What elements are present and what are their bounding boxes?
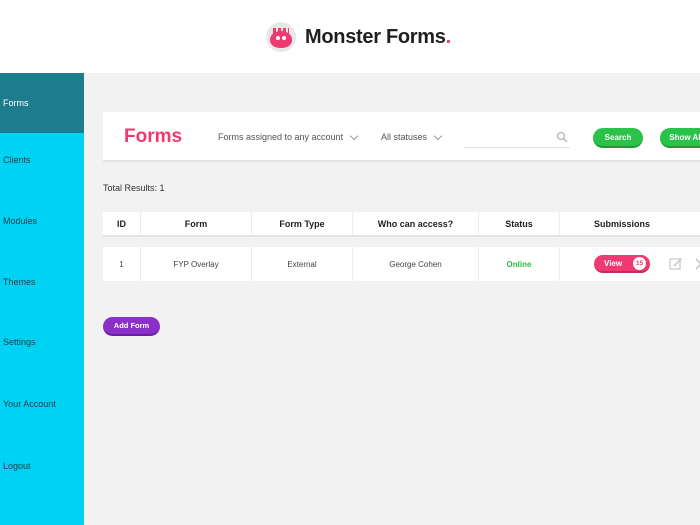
sidebar: Forms Clients Modules Themes Settings Yo…: [0, 73, 84, 525]
status-filter-value: All statuses: [381, 132, 428, 142]
sidebar-item-your-account[interactable]: Your Account: [0, 399, 84, 409]
chevron-down-icon: [433, 131, 443, 140]
status-filter-dropdown[interactable]: All statuses: [381, 131, 443, 142]
edit-icon[interactable]: [669, 257, 683, 271]
column-header-id[interactable]: ID: [103, 212, 141, 235]
status-badge: Online: [479, 247, 560, 281]
brand-name: Monster Forms: [305, 25, 446, 48]
column-header-submissions[interactable]: Submissions: [560, 212, 684, 235]
account-filter-value: Forms assigned to any account: [218, 132, 344, 142]
account-filter-dropdown[interactable]: Forms assigned to any account: [218, 131, 359, 142]
sidebar-item-label: Logout: [3, 461, 31, 471]
forms-toolbar: Forms Forms assigned to any account All …: [103, 112, 700, 162]
sidebar-item-label: Clients: [3, 155, 31, 165]
sidebar-item-logout[interactable]: Logout: [0, 461, 84, 471]
chevron-down-icon: [349, 131, 359, 140]
sidebar-item-label: Forms: [3, 98, 29, 108]
search-button[interactable]: Search: [593, 128, 643, 148]
sidebar-item-themes[interactable]: Themes: [0, 277, 84, 287]
sidebar-item-label: Settings: [3, 337, 36, 347]
show-all-button[interactable]: Show All: [660, 128, 700, 148]
sidebar-item-modules[interactable]: Modules: [0, 216, 84, 226]
add-form-button[interactable]: Add Form: [103, 317, 160, 336]
delete-icon[interactable]: [694, 257, 700, 271]
sidebar-item-settings[interactable]: Settings: [0, 337, 84, 347]
search-field: [464, 126, 570, 148]
top-header: Monster Forms.: [0, 0, 700, 73]
cell-access: George Cohen: [353, 247, 479, 281]
total-results: Total Results: 1: [103, 183, 165, 193]
sidebar-item-clients[interactable]: Clients: [0, 155, 84, 165]
cell-id: 1: [103, 247, 141, 281]
cell-form-name: FYP Overlay: [141, 247, 252, 281]
search-icon[interactable]: [556, 131, 568, 143]
submission-count-badge: 15: [633, 256, 646, 270]
sidebar-item-label: Your Account: [3, 399, 56, 409]
page-title: Forms: [124, 126, 183, 147]
view-button-label: View: [604, 258, 623, 268]
column-header-status[interactable]: Status: [479, 212, 560, 235]
search-input[interactable]: [464, 126, 554, 146]
brand-logo[interactable]: Monster Forms.: [266, 22, 451, 52]
column-header-access[interactable]: Who can access?: [353, 212, 479, 235]
forms-table: ID Form Form Type Who can access? Status…: [103, 212, 700, 281]
sidebar-item-label: Themes: [3, 277, 36, 287]
cell-form-type: External: [252, 247, 353, 281]
sidebar-item-forms[interactable]: Forms: [0, 73, 84, 133]
view-submissions-button[interactable]: View 15: [594, 255, 650, 273]
column-header-form-type[interactable]: Form Type: [252, 212, 353, 235]
sidebar-item-label: Modules: [3, 216, 38, 226]
column-header-form[interactable]: Form: [141, 212, 252, 235]
brand-dot: .: [445, 25, 452, 48]
cell-submissions: View 15: [560, 247, 684, 281]
monster-logo-icon: [266, 22, 296, 52]
table-row: 1 FYP Overlay External George Cohen Onli…: [103, 247, 700, 281]
table-header: ID Form Form Type Who can access? Status…: [103, 212, 700, 237]
